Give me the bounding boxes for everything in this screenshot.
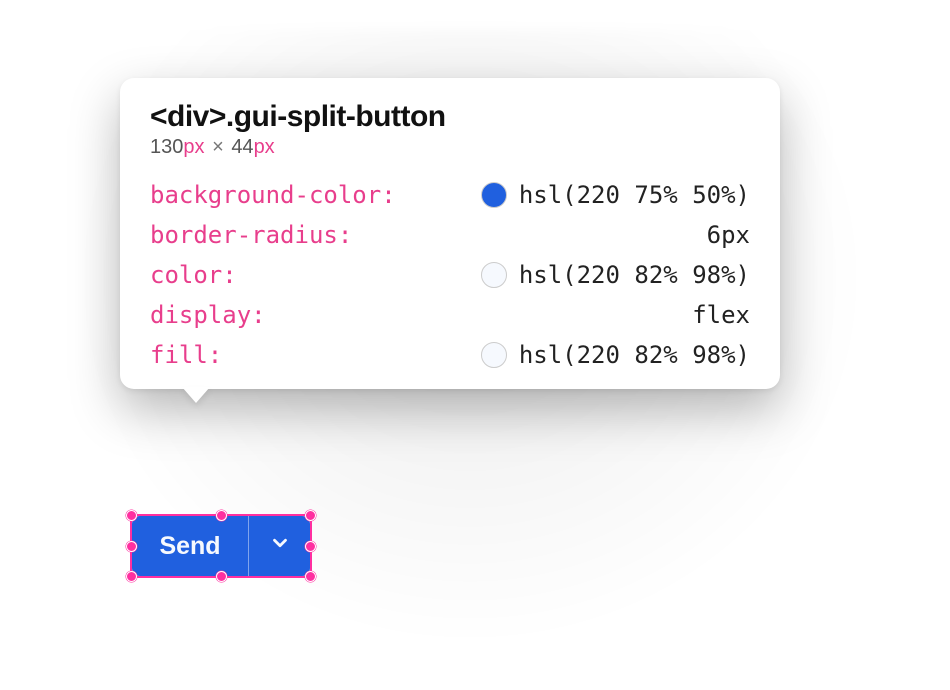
prop-row-fill: fill: hsl(220 82% 98%) (150, 341, 750, 369)
color-swatch-icon (481, 342, 507, 368)
tooltip-width-unit: px (183, 136, 204, 158)
send-button[interactable]: Send (132, 516, 248, 576)
chevron-down-icon (269, 532, 291, 561)
send-button-label: Send (159, 532, 220, 561)
gui-split-button: Send (132, 516, 310, 576)
split-button-dropdown[interactable] (248, 516, 310, 576)
prop-row-background-color: background-color: hsl(220 75% 50%) (150, 181, 750, 209)
tooltip-dimensions: 130px × 44px (150, 136, 750, 159)
tooltip-properties: background-color: hsl(220 75% 50%) borde… (150, 181, 750, 369)
tooltip-dim-separator: × (212, 136, 224, 158)
prop-value-text: hsl(220 82% 98%) (519, 341, 750, 369)
prop-name: background-color: (150, 181, 396, 209)
tooltip-selector: <div>.gui-split-button (150, 100, 750, 134)
tooltip-height-value: 44 (231, 136, 253, 158)
prop-value: hsl(220 82% 98%) (481, 341, 750, 369)
split-button-container: Send (132, 516, 310, 576)
prop-value-text: hsl(220 75% 50%) (519, 181, 750, 209)
prop-name: color: (150, 261, 237, 289)
prop-value: 6px (707, 221, 750, 249)
color-swatch-icon (481, 262, 507, 288)
prop-value-text: hsl(220 82% 98%) (519, 261, 750, 289)
color-swatch-icon (481, 182, 507, 208)
prop-row-color: color: hsl(220 82% 98%) (150, 261, 750, 289)
tooltip-header: <div>.gui-split-button 130px × 44px (150, 100, 750, 159)
prop-value: hsl(220 75% 50%) (481, 181, 750, 209)
prop-name: border-radius: (150, 221, 352, 249)
tooltip-height-unit: px (254, 136, 275, 158)
prop-row-border-radius: border-radius: 6px (150, 221, 750, 249)
prop-value: hsl(220 82% 98%) (481, 261, 750, 289)
prop-value: flex (692, 301, 750, 329)
prop-value-text: flex (692, 301, 750, 329)
tooltip-width-value: 130 (150, 136, 183, 158)
element-inspector-tooltip: <div>.gui-split-button 130px × 44px back… (120, 78, 780, 389)
prop-row-display: display: flex (150, 301, 750, 329)
prop-name: display: (150, 301, 266, 329)
prop-value-text: 6px (707, 221, 750, 249)
prop-name: fill: (150, 341, 222, 369)
